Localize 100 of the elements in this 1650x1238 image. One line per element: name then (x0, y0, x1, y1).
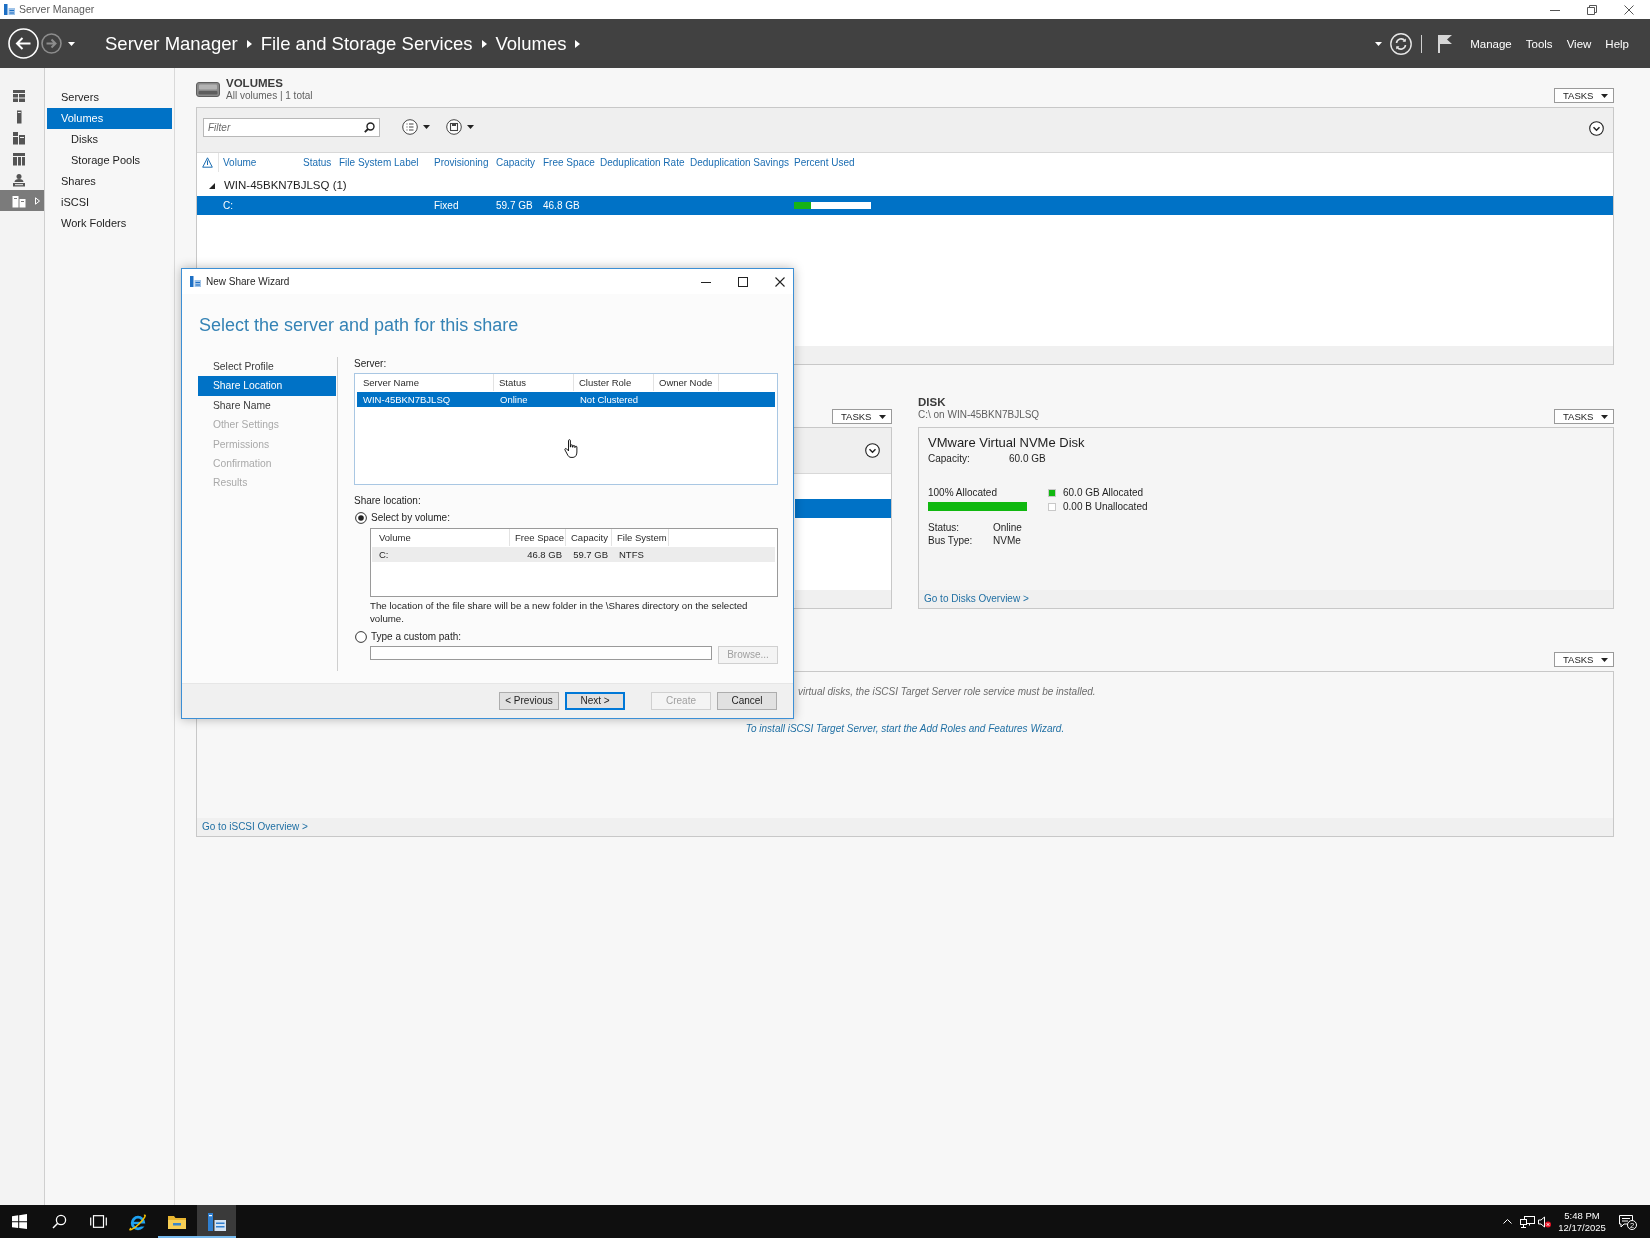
breadcrumb-link[interactable]: Volumes (495, 31, 567, 56)
rail-button[interactable] (0, 190, 44, 211)
column-header[interactable]: Volume (371, 529, 510, 546)
radio-label: Select by volume: (371, 511, 450, 525)
search-icon (51, 1214, 67, 1229)
tasks-button[interactable]: TASKS (832, 409, 892, 424)
column-header[interactable]: Capacity (566, 529, 612, 546)
nav-item[interactable]: iSCSI (47, 192, 172, 213)
chevron-up-icon[interactable] (1502, 1219, 1512, 1224)
breadcrumb-link[interactable]: File and Storage Services (260, 31, 473, 56)
column-header[interactable]: Deduplication Rate (596, 153, 686, 172)
table-cell-text: Fixed (433, 199, 460, 212)
section-subtitle: C:\ on WIN-45BKN7BJLSQ (918, 409, 1040, 421)
disk-name: VMware Virtual NVMe Disk (928, 435, 1086, 451)
filter-field[interactable]: Filter (203, 118, 380, 137)
nav-item[interactable]: Servers (47, 87, 172, 108)
table-cell-text: 46.8 GB (526, 548, 563, 562)
column-header[interactable]: Capacity (492, 153, 539, 172)
menu-item[interactable]: Help (1598, 35, 1636, 52)
table-cell-text: 59.7 GB (495, 199, 534, 212)
triangle-icon (35, 196, 40, 205)
warning-triangle-icon[interactable] (202, 157, 213, 168)
network-icon[interactable] (1519, 1215, 1535, 1228)
caret-icon[interactable] (1375, 41, 1383, 46)
tasks-button[interactable]: TASKS (1554, 409, 1614, 424)
nav-item[interactable]: Disks (47, 129, 172, 150)
radio-button[interactable] (355, 631, 367, 643)
nav-item[interactable]: Shares (47, 171, 172, 192)
list-icon[interactable] (402, 119, 418, 135)
overview-link[interactable]: Go to iSCSI Overview > (202, 821, 308, 833)
property-value: 60.0 GB (1009, 452, 1046, 465)
tasks-button[interactable]: TASKS (1554, 652, 1614, 667)
column-header[interactable]: Status (494, 374, 574, 391)
column-header[interactable]: Server Name (355, 374, 494, 391)
speaker-muted-icon[interactable] (1537, 1215, 1551, 1228)
wizard-step[interactable]: Share Location (198, 376, 336, 396)
column-header[interactable]: File System (612, 529, 669, 546)
column-header[interactable]: Provisioning (430, 153, 492, 172)
hand-cursor-icon (564, 439, 578, 458)
allocation-label: 100% Allocated (928, 486, 998, 499)
caret-icon[interactable] (68, 41, 75, 46)
wizard-button: Create (651, 692, 711, 710)
breadcrumb-link[interactable]: Server Manager (105, 31, 238, 56)
column-header[interactable]: Volume (219, 153, 299, 172)
menu-item[interactable]: View (1559, 35, 1599, 52)
column-header[interactable]: File System Label (335, 153, 430, 172)
table-row[interactable]: WIN-45BKN7BJLSQ Online Not Clustered (357, 392, 775, 407)
table-row[interactable]: C: 46.8 GB 59.7 GB NTFS (372, 547, 775, 562)
wizard-button[interactable]: Cancel (717, 692, 777, 710)
table-cell-text: 46.8 GB (542, 199, 581, 212)
close-icon[interactable] (1624, 4, 1634, 15)
refresh-icon[interactable] (1390, 32, 1413, 55)
tasks-button[interactable]: TASKS (1554, 88, 1614, 103)
chevron-down-icon[interactable] (865, 443, 880, 458)
flag-icon[interactable] (1438, 34, 1453, 53)
server-window-icon (207, 1212, 226, 1231)
column-header[interactable]: Owner Node (654, 374, 719, 391)
field-label: Share location: (354, 494, 422, 508)
floppy-disk-icon[interactable] (446, 119, 462, 135)
triangle-icon[interactable] (208, 182, 216, 190)
nav-item[interactable]: Storage Pools (47, 150, 172, 171)
table-cell-text: NTFS (618, 548, 645, 562)
wizard-button[interactable]: < Previous (499, 692, 559, 710)
caret-icon (879, 414, 886, 419)
menu-item[interactable]: Tools (1518, 35, 1560, 52)
column-header[interactable]: Status (299, 153, 335, 172)
menu-item[interactable]: Manage (1463, 35, 1519, 52)
caret-icon (246, 39, 252, 48)
table-row[interactable]: C: Fixed 59.7 GB 46.8 GB (197, 196, 1613, 215)
section-title: VOLUMES (226, 76, 284, 90)
wizard-step[interactable]: Select Profile (198, 357, 336, 377)
table-cell-text: Online (499, 393, 529, 407)
speech-bubble-icon (1619, 1215, 1633, 1228)
overview-link[interactable]: Go to Disks Overview > (924, 593, 1029, 605)
file-servers-icon (12, 193, 26, 208)
path-input-field[interactable] (370, 646, 712, 660)
group-header: WIN-45BKN7BJLSQ (1) (224, 179, 347, 193)
taskbar-button[interactable] (196, 1205, 237, 1238)
disk-drive-icon (196, 82, 220, 97)
nav-item[interactable]: Volumes (47, 108, 172, 129)
restore-icon[interactable] (1587, 4, 1597, 15)
wizard-button[interactable]: Next > (565, 692, 625, 710)
property-label: Bus Type: (928, 534, 974, 547)
column-header[interactable]: Deduplication Savings (686, 153, 790, 172)
wizard-link[interactable]: To install iSCSI Target Server, start the Add Roles and Features Wizard. (745, 722, 1065, 736)
column-header[interactable]: Percent Used (790, 153, 870, 172)
field-label: Server: (354, 357, 388, 371)
wizard-step[interactable]: Share Name (198, 395, 336, 416)
column-header[interactable]: Free Space (539, 153, 596, 172)
nav-item[interactable]: Work Folders (47, 213, 172, 234)
legend-label: 0.00 B Unallocated (1063, 501, 1148, 513)
clock[interactable]: 5:48 PM 12/17/2025 (1551, 1209, 1613, 1234)
user-server-icon (12, 172, 26, 187)
server-window-icon (190, 276, 201, 287)
table-cell-text: 59.7 GB (572, 548, 609, 562)
property-value: Online (993, 521, 1022, 534)
column-header[interactable]: Cluster Role (574, 374, 654, 391)
radio-button[interactable] (355, 512, 367, 524)
chevron-down-icon[interactable] (1589, 121, 1604, 136)
column-header[interactable]: Free Space (510, 529, 566, 546)
